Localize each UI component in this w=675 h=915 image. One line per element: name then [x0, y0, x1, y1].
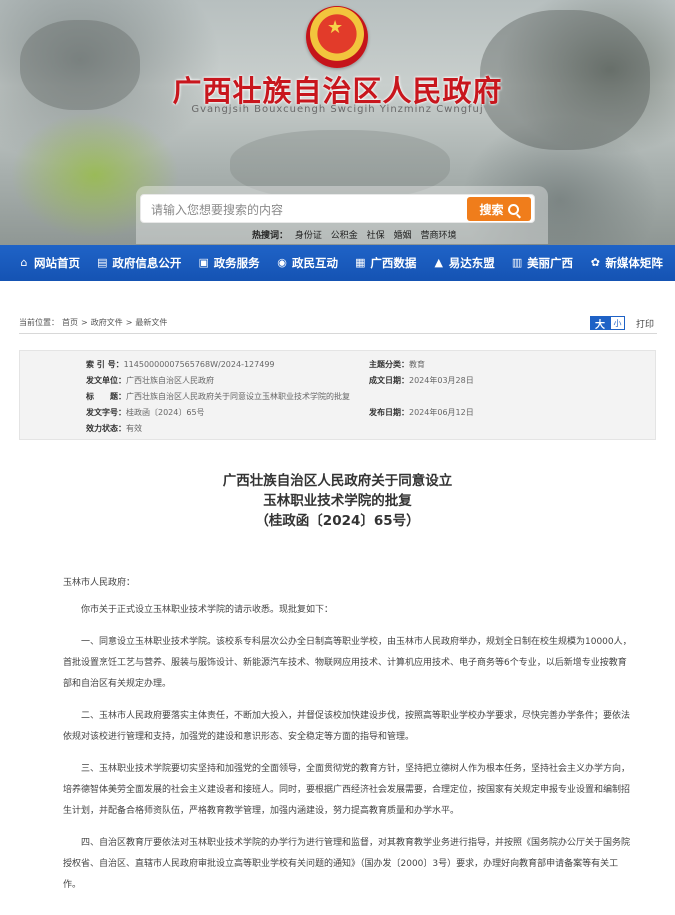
- breadcrumb-separator: >: [81, 318, 88, 327]
- hotwords-label: 热搜词：: [252, 231, 289, 241]
- scenery-icon: ▥: [511, 256, 523, 269]
- meta-validity-label: 效力状态：: [86, 424, 126, 433]
- meta-topic-value: 教育: [409, 360, 425, 369]
- print-button[interactable]: 打印: [636, 317, 654, 330]
- document-title-line: 玉林职业技术学院的批复: [263, 493, 412, 509]
- meta-published-label: 发布日期：: [369, 408, 409, 417]
- meta-index: 索 引 号：11450000007565768W/2024-127499: [86, 359, 275, 370]
- meta-validity: 效力状态：有效: [86, 423, 142, 434]
- hotword-link[interactable]: 公积金: [331, 231, 358, 241]
- meta-topic: 主题分类：教育: [369, 359, 425, 370]
- nav-item-guangxi-data[interactable]: ▦ 广西数据: [354, 255, 416, 271]
- meta-issuer-label: 发文单位：: [86, 376, 126, 385]
- meta-created-label: 成文日期：: [369, 376, 409, 385]
- font-size-small-button[interactable]: 小: [610, 316, 625, 330]
- document-paragraph: 四、自治区教育厅要依法对玉林职业技术学院的办学行为进行管理和监督，对其教育教学业…: [63, 838, 631, 890]
- nav-item-new-media[interactable]: ✿ 新媒体矩阵: [589, 255, 663, 271]
- nav-item-label: 政府信息公开: [112, 256, 182, 270]
- meta-title: 标 题：广西壮族自治区人民政府关于同意设立玉林职业技术学院的批复: [86, 391, 350, 402]
- main-nav: ⌂ 网站首页 ▤ 政府信息公开 ▣ 政务服务 ◉ 政民互动 ▦ 广西数据 ▲ 易…: [0, 245, 675, 281]
- search-input[interactable]: [151, 201, 451, 219]
- breadcrumb-item-home[interactable]: 首页: [62, 318, 78, 327]
- meta-validity-value: 有效: [126, 424, 142, 433]
- breadcrumb-prefix: 当前位置：: [19, 318, 59, 327]
- nav-item-label: 易达东盟: [448, 256, 495, 270]
- meta-issuer-value: 广西壮族自治区人民政府: [126, 376, 214, 385]
- home-icon: ⌂: [20, 256, 28, 269]
- document-meta-box: 索 引 号：11450000007565768W/2024-127499 主题分…: [19, 350, 656, 440]
- search-button[interactable]: 搜索: [467, 197, 531, 221]
- document-paragraph: 二、玉林市人民政府要落实主体责任，不断加大投入，并督促该校加快建设步伐，按照高等…: [63, 711, 631, 742]
- meta-created-date: 成文日期：2024年03月28日: [369, 375, 474, 386]
- nav-item-asean[interactable]: ▲ 易达东盟: [433, 255, 495, 271]
- nav-item-label: 美丽广西: [527, 256, 574, 270]
- document-body: 你市关于正式设立玉林职业技术学院的请示收悉。现批复如下： 一、同意设立玉林职业技…: [63, 600, 633, 907]
- document-salutation: 玉林市人民政府：: [63, 578, 136, 588]
- media-icon: ✿: [590, 256, 601, 269]
- search-button-label: 搜索: [479, 202, 504, 217]
- hotword-link[interactable]: 营商环境: [420, 231, 456, 241]
- search-icon: [507, 203, 519, 215]
- meta-title-label: 标 题：: [86, 392, 126, 401]
- font-size-control: 大 小: [590, 316, 625, 331]
- chat-icon: ◉: [277, 256, 287, 269]
- document-paragraph: 你市关于正式设立玉林职业技术学院的请示收悉。现批复如下：: [81, 605, 334, 615]
- document-paragraph: 三、玉林职业技术学院要切实坚持和加强党的全面领导，全面贯彻党的教育方针，坚持把立…: [63, 764, 631, 816]
- hotwords-bar: 热搜词： 身份证 公积金 社保 婚姻 营商环境: [252, 228, 462, 241]
- nav-item-label: 网站首页: [34, 256, 80, 270]
- breadcrumb-row: 当前位置： 首页 > 政府文件 > 最新文件 大 小 打印: [19, 316, 659, 331]
- meta-docno-value: 桂政函〔2024〕65号: [126, 408, 205, 417]
- nav-item-label: 广西数据: [370, 256, 417, 270]
- meta-index-label: 索 引 号：: [86, 360, 124, 369]
- nav-item-label: 政民互动: [292, 256, 339, 270]
- font-size-large-button[interactable]: 大: [590, 316, 610, 331]
- national-emblem-icon[interactable]: ★: [306, 6, 368, 68]
- breadcrumb-item-latest-docs[interactable]: 最新文件: [135, 318, 167, 327]
- meta-created-value: 2024年03月28日: [409, 376, 474, 385]
- meta-doc-number: 发文字号：桂政函〔2024〕65号: [86, 407, 205, 418]
- data-icon: ▦: [355, 256, 366, 269]
- document-title-line: 广西壮族自治区人民政府关于同意设立: [222, 473, 453, 489]
- breadcrumb-separator: >: [125, 318, 133, 327]
- meta-published-date: 发布日期：2024年06月12日: [369, 407, 474, 418]
- hotword-link[interactable]: 婚姻: [394, 231, 412, 241]
- breadcrumb: 当前位置： 首页 > 政府文件 > 最新文件: [19, 317, 659, 328]
- mountain-icon: ▲: [434, 256, 443, 269]
- service-icon: ▣: [198, 256, 209, 269]
- nav-item-government-services[interactable]: ▣ 政务服务: [198, 255, 260, 271]
- nav-item-label: 政务服务: [213, 256, 260, 270]
- site-subtitle: Gvangjsih Bouxcuengh Swcigih Yinzminz Cw…: [191, 104, 484, 115]
- nav-item-beautiful-guangxi[interactable]: ▥ 美丽广西: [511, 255, 573, 271]
- divider: [19, 333, 657, 334]
- meta-topic-label: 主题分类：: [369, 360, 409, 369]
- meta-index-value: 11450000007565768W/2024-127499: [123, 360, 275, 369]
- meta-published-value: 2024年06月12日: [409, 408, 474, 417]
- document-title: 广西壮族自治区人民政府关于同意设立 玉林职业技术学院的批复 （桂政函〔2024〕…: [0, 471, 675, 531]
- nav-item-label: 新媒体矩阵: [605, 256, 663, 270]
- breadcrumb-item-gov-docs[interactable]: 政府文件: [91, 318, 123, 327]
- nav-item-home[interactable]: ⌂ 网站首页: [18, 255, 81, 271]
- meta-issuer: 发文单位：广西壮族自治区人民政府: [86, 375, 214, 386]
- meta-docno-label: 发文字号：: [86, 408, 126, 417]
- hotword-link[interactable]: 身份证: [295, 231, 322, 241]
- document-paragraph: 一、同意设立玉林职业技术学院。该校系专科层次公办全日制高等职业学校，由玉林市人民…: [63, 637, 632, 689]
- hotword-link[interactable]: 社保: [367, 231, 385, 241]
- document-title-line: （桂政函〔2024〕65号）: [255, 513, 420, 529]
- info-icon: ▤: [97, 256, 108, 269]
- search-box: 搜索: [140, 194, 535, 223]
- nav-item-interaction[interactable]: ◉ 政民互动: [276, 255, 338, 271]
- nav-item-info-disclosure[interactable]: ▤ 政府信息公开: [96, 255, 181, 271]
- meta-title-value: 广西壮族自治区人民政府关于同意设立玉林职业技术学院的批复: [126, 392, 350, 401]
